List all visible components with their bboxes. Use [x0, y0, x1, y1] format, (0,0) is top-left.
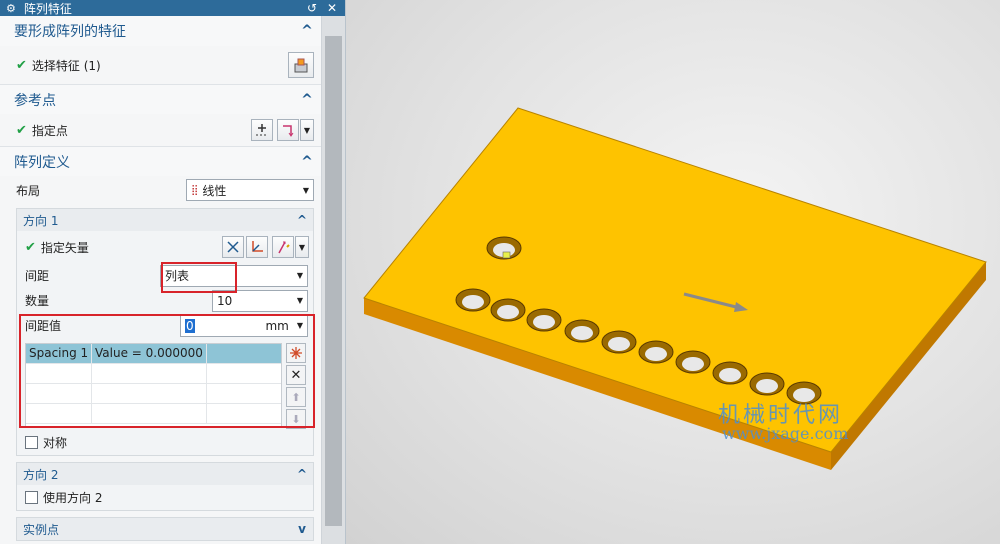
panel-scrollbar[interactable] — [321, 16, 345, 544]
use-direction2-label: 使用方向 2 — [43, 491, 103, 505]
checkmark-icon: ✔ — [16, 57, 27, 73]
reverse-direction-button[interactable] — [222, 236, 244, 258]
symmetric-row[interactable]: 对称 — [17, 430, 313, 455]
feature-cube-icon — [294, 58, 308, 73]
direction2-header[interactable]: 方向 2 ^ — [17, 463, 313, 485]
select-feature-label: 选择特征 (1) — [31, 58, 101, 73]
checkmark-icon: ✔ — [25, 239, 36, 255]
section-pattern-title: 阵列定义 — [14, 154, 70, 171]
expand-chevron-icon[interactable]: v — [295, 522, 309, 536]
plate-model[interactable] — [346, 0, 1000, 544]
gear-icon: ⚙ — [6, 1, 16, 15]
checkmark-icon: ✔ — [16, 122, 27, 138]
chevron-down-icon: ▼ — [302, 185, 309, 195]
spacing-highlight-box — [161, 262, 237, 293]
reverse-direction-icon — [227, 241, 239, 253]
dialog-title: 阵列特征 — [23, 1, 72, 16]
layout-select[interactable]: ⣿ 线性 ▼ — [186, 179, 314, 201]
inferred-vector-icon — [278, 241, 290, 254]
reset-icon[interactable]: ↺ — [305, 1, 319, 15]
section-reference-header[interactable]: 参考点 ^ — [0, 84, 322, 114]
layout-label: 布局 — [16, 183, 41, 198]
instance-header[interactable]: 实例点 v — [17, 518, 313, 540]
specify-point-label: 指定点 — [31, 123, 68, 138]
point-type-button[interactable] — [277, 119, 299, 141]
symmetric-checkbox[interactable] — [25, 436, 38, 449]
chevron-down-icon: ▼ — [296, 296, 303, 305]
collapse-chevron-icon[interactable]: ^ — [300, 154, 314, 170]
symmetric-label: 对称 — [43, 436, 68, 450]
vector-dialog-button[interactable] — [246, 236, 268, 258]
count-label: 数量 — [25, 294, 50, 308]
direction2-group: 方向 2 ^ 使用方向 2 — [16, 462, 314, 511]
pattern-feature-dialog: ⚙ 阵列特征 ↺ ✕ 要形成阵列的特征 ^ ✔ 选择特征 (1) 参考点 ^ ✔… — [0, 0, 346, 544]
layout-value: 线性 — [202, 183, 227, 198]
feature-select-button[interactable] — [288, 52, 314, 78]
scrollbar-thumb[interactable] — [325, 36, 342, 526]
section-pattern-header[interactable]: 阵列定义 ^ — [0, 146, 322, 176]
vector-type-dropdown[interactable]: ▼ — [295, 236, 309, 258]
direction1-title: 方向 1 — [23, 213, 59, 228]
section-features-title: 要形成阵列的特征 — [14, 24, 126, 40]
hole-single — [486, 236, 522, 260]
use-direction2-checkbox[interactable] — [25, 491, 38, 504]
specify-vector-label: 指定矢量 — [40, 240, 89, 255]
instance-title: 实例点 — [23, 522, 60, 537]
dialog-titlebar: ⚙ 阵列特征 ↺ ✕ — [0, 0, 345, 16]
watermark-url: www.jxage.com — [722, 424, 849, 443]
count-value: 10 — [217, 293, 233, 308]
direction2-title: 方向 2 — [23, 467, 59, 482]
use-direction2-row[interactable]: 使用方向 2 — [17, 485, 313, 510]
spacing-list-highlight-box — [19, 314, 315, 428]
inferred-point-icon — [283, 125, 294, 137]
specify-vector-row[interactable]: ✔ 指定矢量 ▼ — [17, 231, 313, 263]
instance-group: 实例点 v — [16, 517, 314, 541]
section-features-header[interactable]: 要形成阵列的特征 ^ — [0, 16, 322, 46]
point-type-dropdown[interactable]: ▼ — [300, 119, 314, 141]
collapse-chevron-icon[interactable]: ^ — [295, 213, 309, 227]
section-reference-title: 参考点 — [14, 92, 56, 109]
direction1-header[interactable]: 方向 1 ^ — [17, 209, 313, 231]
specify-point-row[interactable]: ✔ 指定点 ▼ — [0, 114, 322, 146]
chevron-down-icon: ▼ — [296, 271, 303, 280]
vector-type-button[interactable] — [272, 236, 294, 258]
point-dialog-button[interactable] — [251, 119, 273, 141]
close-icon[interactable]: ✕ — [325, 1, 339, 15]
collapse-chevron-icon[interactable]: ^ — [300, 23, 314, 39]
vector-axes-icon — [252, 241, 263, 252]
point-plus-icon — [256, 124, 266, 136]
spacing-label: 间距 — [25, 269, 50, 283]
collapse-chevron-icon[interactable]: ^ — [295, 467, 309, 481]
linear-grid-icon: ⣿ — [191, 184, 199, 196]
select-feature-row[interactable]: ✔ 选择特征 (1) — [0, 46, 322, 84]
graphics-viewport[interactable] — [346, 0, 1000, 544]
collapse-chevron-icon[interactable]: ^ — [300, 92, 314, 108]
layout-row: 布局 ⣿ 线性 ▼ — [0, 176, 322, 204]
plate-top-face — [363, 107, 987, 453]
